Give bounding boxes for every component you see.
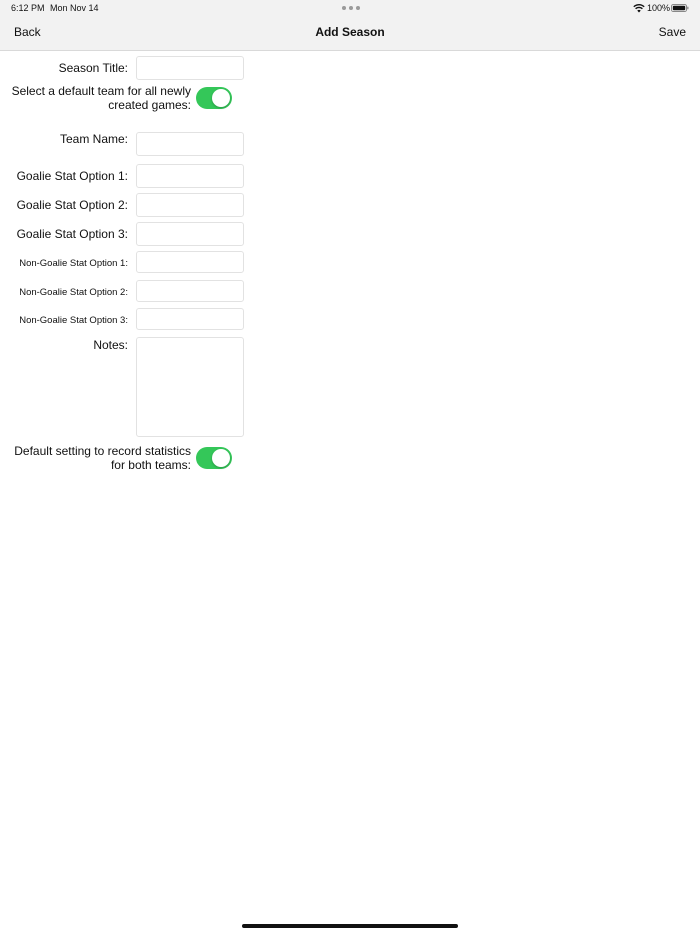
non-goalie-stat-1-label: Non-Goalie Stat Option 1: bbox=[19, 258, 128, 269]
battery-icon bbox=[671, 4, 689, 12]
record-both-teams-label: Default setting to record statistics for… bbox=[14, 444, 191, 472]
goalie-stat-2-input[interactable] bbox=[136, 193, 244, 217]
page-title: Add Season bbox=[315, 25, 385, 39]
goalie-stat-1-input[interactable] bbox=[136, 164, 244, 188]
goalie-stat-3-input[interactable] bbox=[136, 222, 244, 246]
notes-textarea[interactable] bbox=[136, 337, 244, 437]
wifi-icon bbox=[633, 3, 645, 13]
non-goalie-stat-2-label: Non-Goalie Stat Option 2: bbox=[19, 287, 128, 298]
toggle-knob bbox=[212, 89, 230, 107]
non-goalie-stat-2-input[interactable] bbox=[136, 280, 244, 302]
goalie-stat-1-label: Goalie Stat Option 1: bbox=[16, 169, 128, 183]
team-name-label: Team Name: bbox=[59, 132, 128, 146]
toggle-knob bbox=[212, 449, 230, 467]
status-date: Mon Nov 14 bbox=[50, 3, 99, 13]
record-both-teams-toggle[interactable] bbox=[196, 447, 232, 469]
notes-label: Notes: bbox=[93, 338, 128, 352]
multitasking-dots-icon[interactable] bbox=[342, 6, 360, 10]
non-goalie-stat-3-input[interactable] bbox=[136, 308, 244, 330]
season-title-label: Season Title: bbox=[58, 61, 128, 75]
default-team-label: Select a default team for all newly crea… bbox=[11, 84, 191, 112]
non-goalie-stat-1-input[interactable] bbox=[136, 251, 244, 273]
non-goalie-stat-3-label: Non-Goalie Stat Option 3: bbox=[19, 315, 128, 326]
goalie-stat-3-label: Goalie Stat Option 3: bbox=[16, 227, 128, 241]
home-indicator[interactable] bbox=[242, 924, 458, 928]
save-button[interactable]: Save bbox=[659, 25, 686, 39]
add-season-screen: 6:12 PM Mon Nov 14 100% Back Add Season … bbox=[0, 0, 700, 934]
team-name-input[interactable] bbox=[136, 132, 244, 156]
status-time: 6:12 PM bbox=[11, 3, 45, 13]
default-team-toggle[interactable] bbox=[196, 87, 232, 109]
season-title-input[interactable] bbox=[136, 56, 244, 80]
top-bar: 6:12 PM Mon Nov 14 100% Back Add Season … bbox=[0, 0, 700, 51]
battery-percent: 100% bbox=[647, 3, 671, 13]
goalie-stat-2-label: Goalie Stat Option 2: bbox=[16, 198, 128, 212]
